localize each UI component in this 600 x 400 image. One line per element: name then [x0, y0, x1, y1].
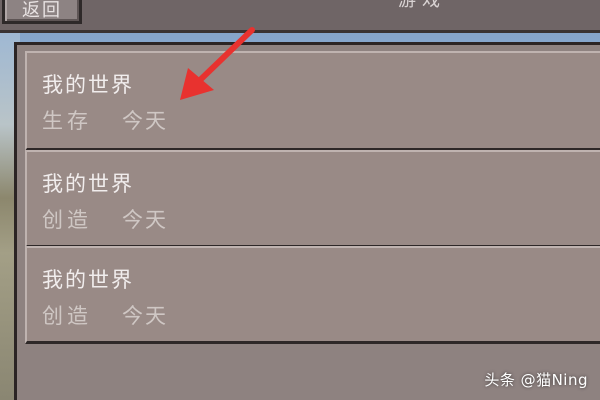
- world-list-item[interactable]: 我的世界 创造 今天: [25, 246, 600, 344]
- world-date: 今天: [122, 109, 168, 133]
- world-mode: 创造: [42, 304, 92, 328]
- world-meta: 创造 今天: [42, 204, 168, 234]
- world-list-item[interactable]: 我的世界 创造 今天: [25, 150, 600, 248]
- world-meta: 创造 今天: [42, 300, 168, 330]
- world-list-item[interactable]: 我的世界 生存 今天: [25, 51, 600, 151]
- world-date: 今天: [122, 304, 168, 328]
- world-name: 我的世界: [42, 268, 134, 292]
- world-meta: 生存 今天: [42, 105, 168, 135]
- world-date: 今天: [122, 208, 168, 232]
- top-bar: 返回 游戏: [0, 0, 600, 33]
- world-list: 我的世界 生存 今天 我的世界 创造 今天 我的世界 创造 今天: [14, 42, 600, 400]
- world-mode: 创造: [42, 208, 92, 232]
- world-mode: 生存: [42, 109, 92, 133]
- world-name: 我的世界: [42, 172, 134, 196]
- game-screen: 返回 游戏 我的世界 生存 今天 我的世界 创造 今天 我的世界 创造 今天 头条 @…: [0, 0, 600, 400]
- watermark: 头条 @猫Ning: [484, 371, 588, 389]
- world-name: 我的世界: [42, 73, 134, 97]
- back-button[interactable]: 返回: [2, 0, 82, 24]
- header-title: 游戏: [398, 0, 446, 11]
